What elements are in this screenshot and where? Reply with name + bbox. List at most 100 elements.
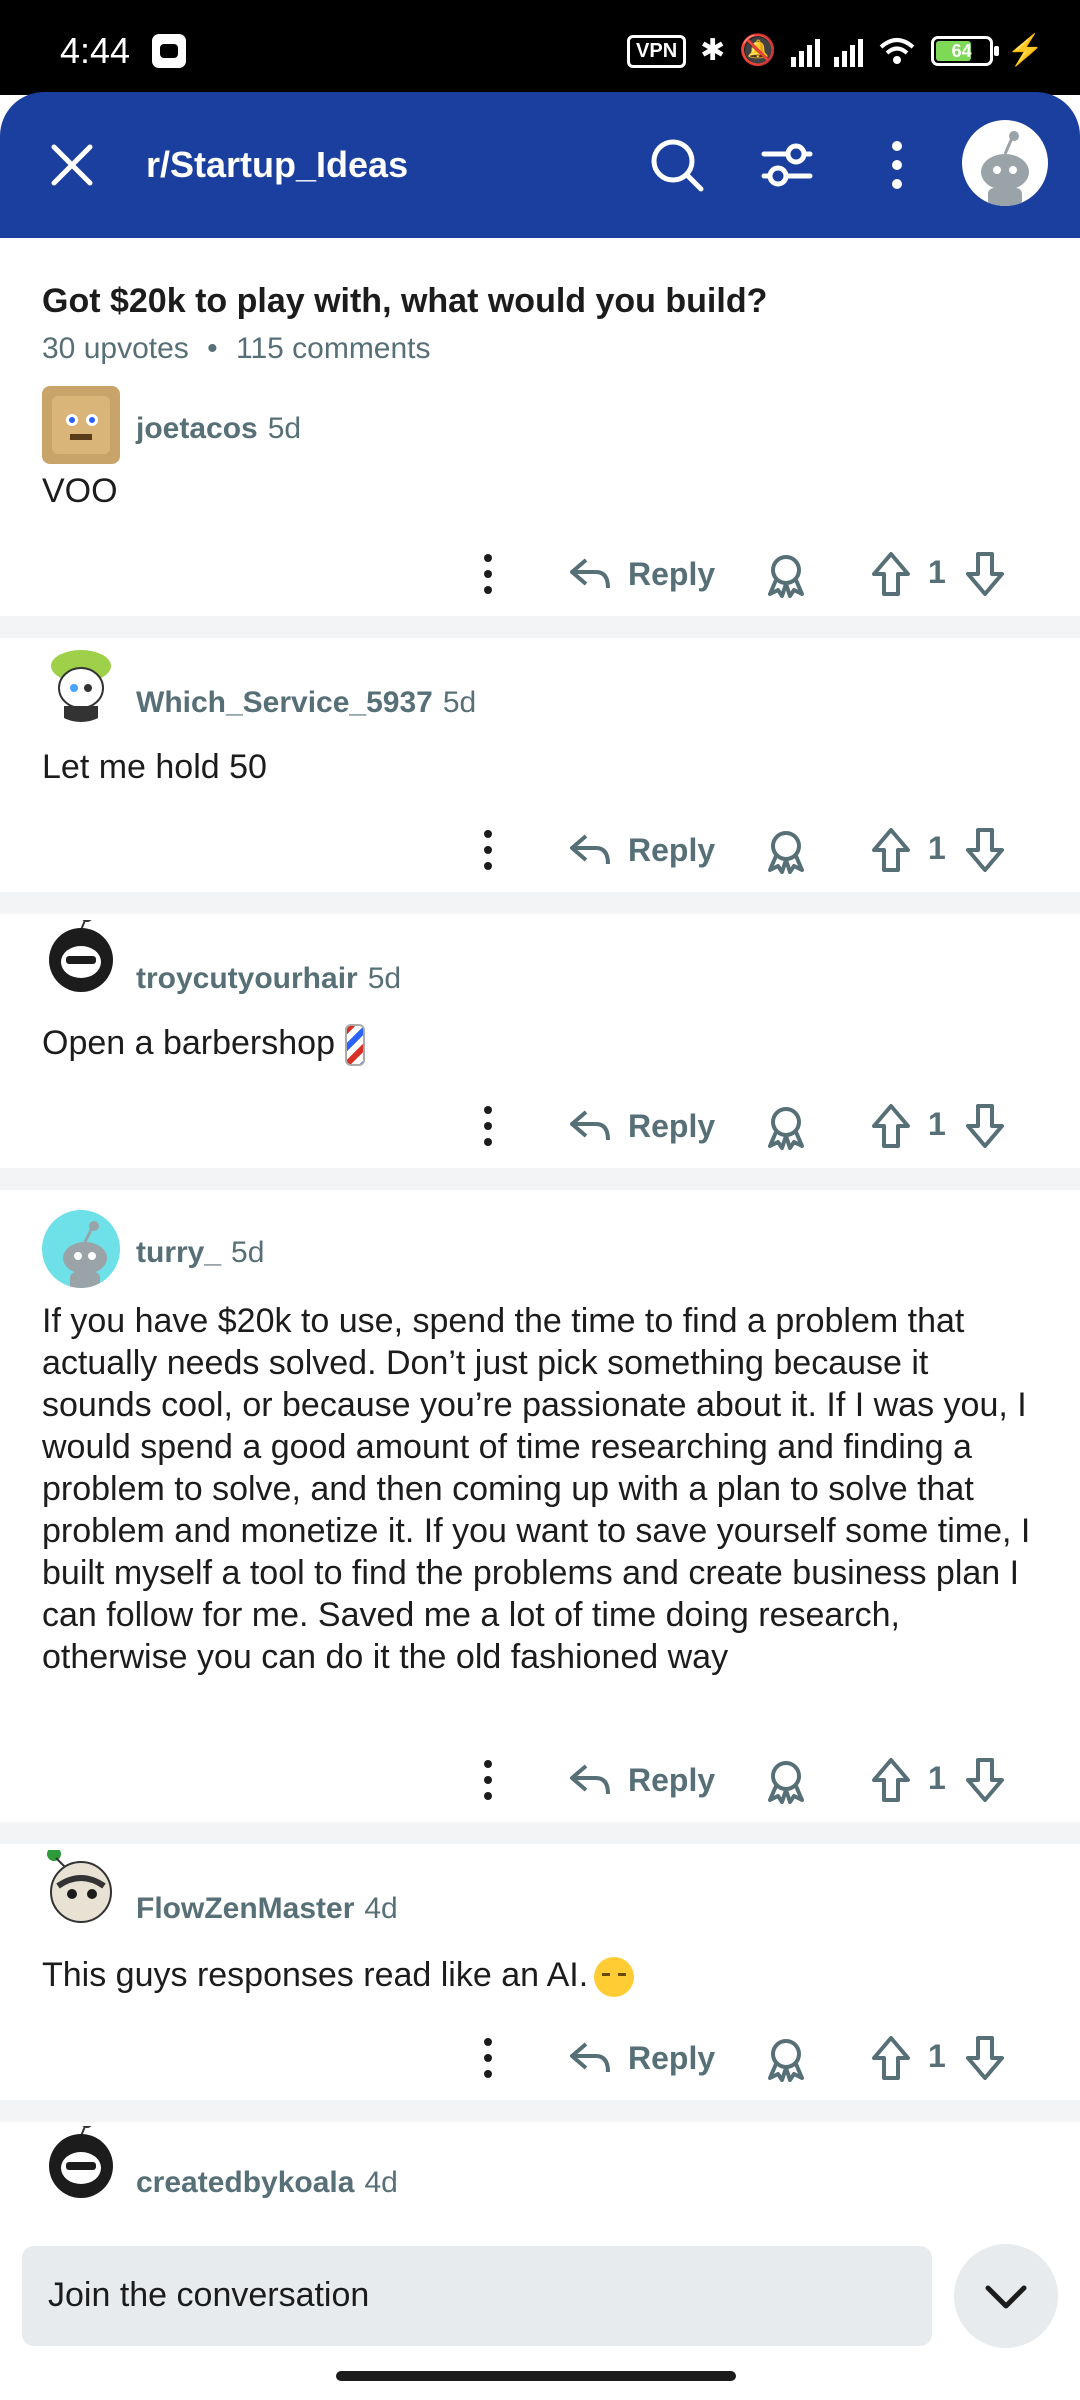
upvote-icon[interactable] xyxy=(868,1102,914,1150)
reply-button[interactable]: Reply xyxy=(568,1102,715,1150)
upvote-icon[interactable] xyxy=(868,550,914,598)
search-icon[interactable] xyxy=(646,134,708,196)
reply-icon xyxy=(570,1110,610,1141)
comment-separator xyxy=(0,1822,1080,1844)
downvote-icon[interactable] xyxy=(962,1756,1008,1804)
post-meta: 30 upvotes • 115 comments xyxy=(42,332,431,366)
app-notification-icon xyxy=(152,34,186,68)
comment-actions: Reply 1 xyxy=(0,820,1080,880)
sort-filter-icon[interactable] xyxy=(756,134,818,196)
comment: joetacos 5d VOO Reply 1 xyxy=(0,386,1080,616)
comment-body: Let me hold 50 xyxy=(42,748,267,786)
award-icon[interactable] xyxy=(762,1756,810,1804)
more-options-icon[interactable] xyxy=(470,1102,506,1150)
comment-author[interactable]: turry_ 5d xyxy=(136,1236,264,1270)
comment-age: 4d xyxy=(364,2166,398,2199)
comment-input-placeholder: Join the conversation xyxy=(48,2276,370,2314)
comment-body: This guys responses read like an AI. xyxy=(42,1954,1042,1998)
award-icon[interactable] xyxy=(762,2034,810,2082)
avatar[interactable] xyxy=(42,2116,120,2204)
comment-age: 5d xyxy=(267,412,302,445)
vote-score: 1 xyxy=(928,1106,946,1142)
comment: turry_ 5d If you have $20k to use, spend … xyxy=(0,1190,1080,1822)
subreddit-header: r/Startup_Ideas xyxy=(0,92,1080,238)
close-icon[interactable] xyxy=(46,139,98,191)
comment-author[interactable]: createdbykoala 4d xyxy=(136,2166,398,2200)
comment-body: If you have $20k to use, spend the time … xyxy=(42,1302,1031,1676)
comment-separator xyxy=(0,892,1080,914)
comment-author[interactable]: Which_Service_5937 5d xyxy=(136,686,476,720)
bluetooth-icon: ✱ xyxy=(700,34,726,67)
avatar[interactable] xyxy=(42,1847,120,1928)
reply-button[interactable]: Reply xyxy=(568,550,715,598)
comment: Which_Service_5937 5d Let me hold 50 Repl… xyxy=(0,638,1080,892)
award-icon[interactable] xyxy=(762,550,810,598)
reply-button[interactable]: Reply xyxy=(568,2034,715,2082)
comment-body: VOO xyxy=(42,472,118,510)
status-bar: 4:44 VPN ✱ 🔕 64 ⚡ xyxy=(0,0,1080,95)
upvote-icon[interactable] xyxy=(868,1756,914,1804)
signal-2-icon xyxy=(833,35,863,67)
comment-separator xyxy=(0,616,1080,638)
subreddit-title[interactable]: r/Startup_Ideas xyxy=(146,144,408,186)
more-options-icon[interactable] xyxy=(470,2034,506,2082)
comment-actions: Reply 1 xyxy=(0,1096,1080,1156)
award-icon[interactable] xyxy=(762,826,810,874)
post-upvotes: 30 upvotes xyxy=(42,332,189,365)
avatar[interactable] xyxy=(42,644,120,722)
reply-icon xyxy=(570,834,610,865)
mute-bell-icon: 🔕 xyxy=(739,34,777,67)
vote-score: 1 xyxy=(928,554,946,590)
vote-score: 1 xyxy=(928,1760,946,1796)
upvote-icon[interactable] xyxy=(868,2034,914,2082)
comment-actions: Reply 1 xyxy=(0,2028,1080,2088)
comment-input[interactable]: Join the conversation xyxy=(22,2246,932,2346)
comment-age: 5d xyxy=(367,962,402,995)
avatar[interactable] xyxy=(42,386,120,464)
chevron-down-icon xyxy=(985,2285,1027,2309)
avatar[interactable] xyxy=(42,1210,120,1288)
post-comment-count: 115 comments xyxy=(235,332,431,365)
status-icons: VPN ✱ 🔕 64 ⚡ xyxy=(627,28,1044,74)
comment: FlowZenMaster 4d This guys responses read… xyxy=(0,1844,1080,2120)
downvote-icon[interactable] xyxy=(962,2034,1008,2082)
more-options-icon[interactable] xyxy=(470,550,506,598)
battery-level: 64 xyxy=(951,41,972,61)
post-summary[interactable]: Got $20k to play with, what would you bu… xyxy=(0,238,1080,406)
downvote-icon[interactable] xyxy=(962,1102,1008,1150)
comment-age: 5d xyxy=(231,1236,265,1269)
sleeping-face-icon xyxy=(594,1957,635,1998)
reply-icon xyxy=(570,558,610,589)
comment-author[interactable]: joetacos 5d xyxy=(136,412,301,446)
user-avatar[interactable] xyxy=(962,120,1048,206)
post-title[interactable]: Got $20k to play with, what would you bu… xyxy=(42,282,767,321)
reply-button[interactable]: Reply xyxy=(568,1756,715,1804)
comment-author[interactable]: FlowZenMaster 4d xyxy=(136,1892,398,1926)
reply-button[interactable]: Reply xyxy=(568,826,715,874)
more-options-icon[interactable] xyxy=(470,1756,506,1804)
downvote-icon[interactable] xyxy=(962,826,1008,874)
upvote-icon[interactable] xyxy=(868,826,914,874)
more-options-icon[interactable] xyxy=(470,826,506,874)
wifi-icon xyxy=(879,38,914,64)
reply-icon xyxy=(570,1764,610,1795)
collapse-button[interactable] xyxy=(954,2244,1058,2348)
comment-author[interactable]: troycutyourhair 5d xyxy=(136,962,401,996)
meta-dot: • xyxy=(207,332,218,365)
avatar[interactable] xyxy=(42,910,120,998)
comment-body: Open a barbershop xyxy=(42,1022,1042,1067)
reply-icon xyxy=(570,2042,610,2073)
comment-age: 5d xyxy=(442,686,477,719)
comment-separator xyxy=(0,2100,1080,2122)
vote-score: 1 xyxy=(928,2038,946,2074)
more-options-icon[interactable] xyxy=(866,134,928,196)
award-icon[interactable] xyxy=(762,1102,810,1150)
home-indicator[interactable] xyxy=(336,2371,736,2381)
comment: createdbykoala 4d xyxy=(0,2116,1080,2232)
battery-icon: 64 xyxy=(930,36,999,66)
downvote-icon[interactable] xyxy=(962,550,1008,598)
comment-age: 4d xyxy=(364,1892,398,1925)
comment-actions: Reply 1 xyxy=(0,1750,1080,1810)
vpn-icon: VPN xyxy=(627,34,687,68)
signal-icon xyxy=(790,35,820,67)
